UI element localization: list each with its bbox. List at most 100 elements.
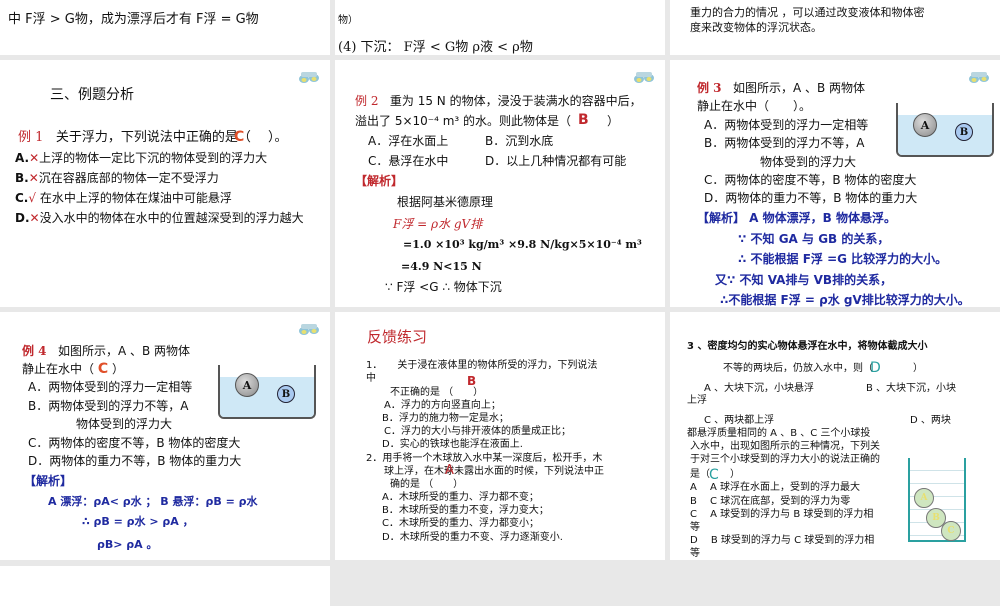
option-d: D.✕没入水中的物体在水中的位置越深受到的浮力越大 <box>15 211 304 225</box>
answer-mark: B <box>578 112 589 128</box>
slide-thumbnail-next[interactable] <box>0 566 330 606</box>
analysis-line: 又∵ 不知 VA排与 VB排的关系， <box>715 273 893 287</box>
question-line: 例 2 重为 15 N 的物体，浸没于装满水的容器中后， <box>355 94 642 108</box>
answer-mark: A <box>445 463 454 478</box>
option-a: A.✕上浮的物体一定比下沉的物体受到的浮力大 <box>15 151 268 165</box>
answer-mark: D <box>870 360 881 376</box>
binoculars-icon <box>298 70 320 84</box>
option-line: 等 <box>690 548 700 559</box>
beaker-diagram: A B <box>896 103 994 157</box>
option-a: A．两物体受到的浮力一定相等 <box>28 380 193 394</box>
question-line: 球上浮，在木球未露出水面的时候，下列说法中正 <box>384 466 604 477</box>
ball-a: A <box>235 373 259 397</box>
slide-text: (4) 下沉： F浮 < G物 ρ液 < ρ物 <box>338 40 533 55</box>
option-line: 上浮 <box>687 395 707 406</box>
option-a: A．浮在水面上 <box>368 134 449 148</box>
question-line: 2．用手将一个木球放入水中某一深度后，松开手，木 <box>366 453 603 464</box>
option-c: C．两物体的密度不等，B 物体的密度大 <box>704 173 917 187</box>
option-line: D．木球所受的重力不变、浮力逐渐变小. <box>382 532 563 543</box>
option-line: 等 <box>690 522 700 533</box>
option-line: C．木球所受的重力、浮力都变小； <box>382 518 539 529</box>
question-line: 不正确的是 （ ） <box>390 387 484 398</box>
slide-thumbnail-2[interactable]: 物） (4) 下沉： F浮 < G物 ρ液 < ρ物 <box>335 0 665 55</box>
question-line: 例 3 如图所示，A 、B 两物体 <box>697 81 866 95</box>
beaker-diagram: A B <box>218 365 316 419</box>
option-line: C A 球受到的浮力与 B 球受到的浮力相 <box>690 509 874 520</box>
analysis-line: ∴ 不能根据 F浮 =G 比较浮力的大小。 <box>738 252 948 266</box>
option-b-cont: 物体受到的浮力大 <box>760 155 857 169</box>
option-line: A 、大块下沉，小块悬浮 <box>704 383 815 394</box>
option-d: D．两物体的重力不等，B 物体的重力大 <box>28 454 242 468</box>
formula-line: F浮 = ρ水 gV排 <box>393 217 483 231</box>
question-line: 都悬浮质量相同的 A 、B 、C 三个小球投 <box>687 428 871 439</box>
option-c: C.√ 在水中上浮的物体在煤油中可能悬浮 <box>15 191 232 205</box>
ball-b: B <box>955 123 973 141</box>
option-line: B．木球所受的重力不变，浮力变大； <box>382 505 549 516</box>
analysis-line: ∴ ρB = ρ水 > ρA ， <box>82 515 194 528</box>
slide-text: 中 F浮 > G物，成为漂浮后才有 F浮 = G物 <box>8 12 259 27</box>
question-line: 中 <box>366 373 376 384</box>
slide-text: 物） <box>338 15 358 26</box>
option-line: A A 球浮在水面上，受到的浮力最大 <box>690 482 861 493</box>
slide-thumbnail-example-3[interactable]: 例 3 如图所示，A 、B 两物体 静止在水中（ ）。 A．两物体受到的浮力一定… <box>670 60 1000 307</box>
option-line: A．浮力的方向竖直向上； <box>384 400 501 411</box>
option-b: B.✕沉在容器底部的物体一定不受浮力 <box>15 171 219 185</box>
option-b-cont: 物体受到的浮力大 <box>76 417 173 431</box>
slide-thumbnail-feedback[interactable]: 反馈练习 1． 关于浸在液体里的物体所受的浮力，下列说法 中 B 不正确的是 （… <box>335 312 665 560</box>
example-label: 例 1 <box>18 130 44 145</box>
analysis-line: ∵ F浮 <G ∴ 物体下沉 <box>385 280 502 294</box>
option-line: B．浮力的施力物一定是水； <box>382 413 509 424</box>
slide-thumbnail-example-1[interactable]: 三、例题分析 例 1 关于浮力，下列说法中正确的是（ ）。 C A.✕上浮的物体… <box>0 60 330 307</box>
question-line: 静止在水中（ ）。 <box>697 99 812 113</box>
slide-text: 重力的合力的情况 ，可以通过改变液体和物体密 <box>690 6 925 19</box>
option-b: B．两物体受到的浮力不等，A <box>28 399 189 413</box>
option-a: A．两物体受到的浮力一定相等 <box>704 118 869 132</box>
analysis-line: ∵ 不知 GA 与 GB 的关系， <box>738 232 890 246</box>
question-line: 3 、密度均匀的实心物体悬浮在水中，将物体截成大小 <box>687 341 928 352</box>
option-b: B．沉到水底 <box>485 134 554 148</box>
question-line: 1． 关于浸在液体里的物体所受的浮力，下列说法 <box>366 360 598 371</box>
option-line: A．木球所受的重力、浮力都不变； <box>382 492 539 503</box>
analysis-line: =1.0 ×10³ kg/m³ ×9.8 N/kg×5×10⁻⁴ m³ <box>403 238 642 251</box>
binoculars-icon <box>298 322 320 336</box>
analysis-line: ρB> ρA 。 <box>97 538 158 551</box>
option-line: B 、大块下沉，小块 <box>866 383 957 394</box>
option-line: C 、两块都上浮 <box>704 415 775 426</box>
option-line: D B 球受到的浮力与 C 球受到的浮力相 <box>690 535 875 546</box>
option-c: C．两物体的密度不等，B 物体的密度大 <box>28 436 241 450</box>
analysis-line: =4.9 N<15 N <box>401 260 482 273</box>
question-line: 不等的两块后，仍放入水中，则（ ） <box>723 363 923 374</box>
question-line: 入水中，出现如图所示的三种情况，下列关 <box>690 441 880 452</box>
analysis-label: 【解析】 <box>24 474 73 488</box>
slide-title: 反馈练习 <box>367 328 428 346</box>
analysis-line: ∴不能根据 F浮 = ρ水 gV排比较浮力的大小。 <box>720 293 970 307</box>
slide-thumbnail-questions-3-4[interactable]: 3 、密度均匀的实心物体悬浮在水中，将物体截成大小 不等的两块后，仍放入水中，则… <box>670 312 1000 560</box>
slide-thumbnail-example-2[interactable]: 例 2 重为 15 N 的物体，浸没于装满水的容器中后， 溢出了 5×10⁻⁴ … <box>335 60 665 307</box>
answer-mark: C <box>97 361 109 377</box>
question-line: 例 1 关于浮力，下列说法中正确的是（ ）。 <box>18 130 287 146</box>
ball-a: A <box>914 488 934 508</box>
option-line: D．实心的铁球也能浮在液面上. <box>382 439 523 450</box>
binoculars-icon <box>968 70 990 84</box>
container-diagram: A B C <box>908 458 966 542</box>
option-line: C．浮力的大小与排开液体的质量成正比； <box>384 426 571 437</box>
option-line: B C 球沉在底部，受到的浮力为零 <box>690 496 851 507</box>
question-text: 关于浮力，下列说法中正确的是（ ）。 <box>55 130 288 145</box>
slide-text: 度来改变物体的浮沉状态。 <box>690 21 822 34</box>
answer-mark: C <box>234 129 245 145</box>
analysis-line: 根据阿基米德原理 <box>397 195 494 209</box>
section-title: 三、例题分析 <box>50 87 134 103</box>
option-d: D．以上几种情况都有可能 <box>485 154 627 168</box>
question-line: 确的是 （ ） <box>390 479 464 490</box>
ball-a: A <box>913 113 937 137</box>
ball-b: B <box>277 385 295 403</box>
slide-thumbnail-example-4[interactable]: 例 4 如图所示，A 、B 两物体 静止在水中（ C ） A．两物体受到的浮力一… <box>0 312 330 560</box>
option-d: D．两物体的重力不等，B 物体的重力大 <box>704 191 918 205</box>
question-line: 例 4 如图所示，A 、B 两物体 <box>22 344 191 358</box>
slide-thumbnail-3[interactable]: 重力的合力的情况 ，可以通过改变液体和物体密 度来改变物体的浮沉状态。 <box>670 0 1000 55</box>
option-b: B．两物体受到的浮力不等，A <box>704 136 865 150</box>
question-line: 于对三个小球受到的浮力大小的说法正确的 <box>690 454 880 465</box>
binoculars-icon <box>633 70 655 84</box>
option-line: D 、两块 <box>910 415 951 426</box>
slide-thumbnail-1[interactable]: 中 F浮 > G物，成为漂浮后才有 F浮 = G物 <box>0 0 330 55</box>
